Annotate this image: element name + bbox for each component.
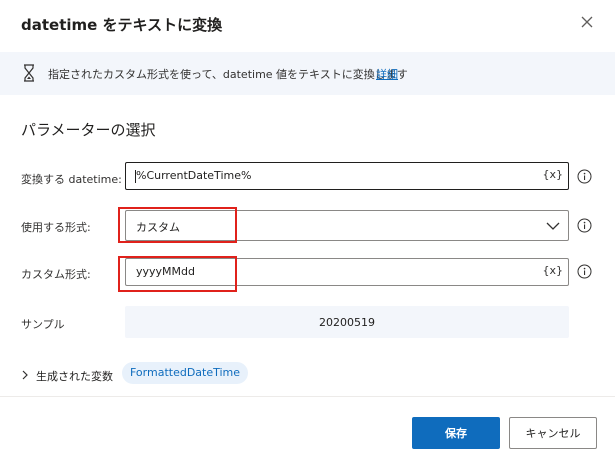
info-circle-icon[interactable]: [577, 218, 592, 233]
custom-format-value: yyyyMMdd: [136, 265, 195, 278]
custom-format-input[interactable]: yyyyMMdd {x}: [125, 258, 569, 286]
format-dropdown[interactable]: カスタム: [125, 210, 569, 241]
info-circle-icon[interactable]: [577, 264, 592, 279]
variable-picker-button[interactable]: {x}: [542, 264, 563, 277]
sample-value: 20200519: [319, 316, 375, 329]
divider: [0, 396, 615, 397]
variable-picker-button[interactable]: {x}: [542, 168, 563, 181]
datetime-input[interactable]: %CurrentDateTime% {x}: [125, 162, 569, 190]
info-bar: 指定されたカスタム形式を使って、datetime 値をテキストに変換します 詳細: [0, 52, 615, 95]
chevron-right-icon[interactable]: [21, 369, 29, 381]
generated-variables-label[interactable]: 生成された変数: [36, 368, 113, 384]
learn-more-link[interactable]: 詳細: [376, 66, 398, 82]
sample-box: 20200519: [125, 306, 569, 338]
dialog-title: datetime をテキストに変換: [21, 16, 223, 34]
section-title: パラメーターの選択: [21, 121, 156, 139]
custom-format-label: カスタム形式:: [21, 268, 91, 281]
cancel-button[interactable]: キャンセル: [509, 417, 597, 449]
save-button[interactable]: 保存: [412, 417, 500, 449]
hourglass-icon: [24, 64, 34, 82]
info-text: 指定されたカスタム形式を使って、datetime 値をテキストに変換します: [48, 68, 408, 81]
variable-pill[interactable]: FormattedDateTime: [122, 362, 249, 384]
info-circle-icon[interactable]: [577, 169, 592, 184]
sample-label: サンプル: [21, 318, 65, 331]
format-label: 使用する形式:: [21, 221, 91, 234]
datetime-value: %CurrentDateTime%: [136, 169, 252, 182]
datetime-label: 変換する datetime:: [21, 173, 122, 186]
close-icon[interactable]: [580, 15, 594, 29]
chevron-down-icon: [546, 222, 560, 230]
format-value: カスタム: [136, 221, 180, 234]
